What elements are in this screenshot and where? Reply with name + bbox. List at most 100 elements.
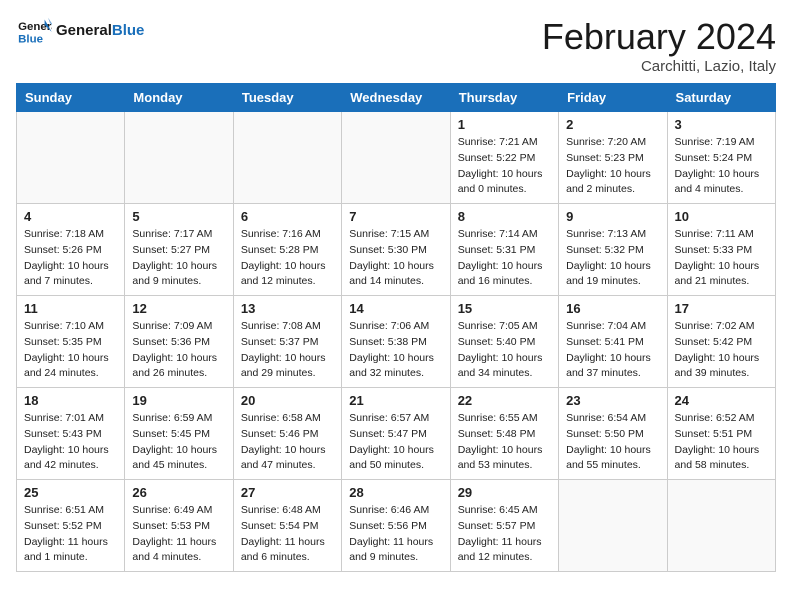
day-number: 21 (349, 393, 442, 408)
day-detail: Sunrise: 7:16 AM Sunset: 5:28 PM Dayligh… (241, 227, 334, 290)
calendar-cell: 8 Sunrise: 7:14 AM Sunset: 5:31 PM Daylig… (450, 204, 558, 296)
calendar-cell: 20 Sunrise: 6:58 AM Sunset: 5:46 PM Dayli… (233, 388, 341, 480)
day-number: 4 (24, 209, 117, 224)
day-detail: Sunrise: 7:02 AM Sunset: 5:42 PM Dayligh… (675, 319, 768, 382)
day-number: 12 (132, 301, 225, 316)
calendar-cell: 18 Sunrise: 7:01 AM Sunset: 5:43 PM Dayli… (17, 388, 125, 480)
calendar-cell (125, 112, 233, 204)
day-number: 28 (349, 485, 442, 500)
calendar-cell: 29Sunrise: 6:45 AM Sunset: 5:57 PM Dayli… (450, 480, 558, 572)
calendar-cell: 12 Sunrise: 7:09 AM Sunset: 5:36 PM Dayli… (125, 296, 233, 388)
week-row-2: 4Sunrise: 7:18 AM Sunset: 5:26 PM Daylig… (17, 204, 776, 296)
calendar-cell: 28 Sunrise: 6:46 AM Sunset: 5:56 PM Dayli… (342, 480, 450, 572)
day-number: 1 (458, 117, 551, 132)
day-number: 25 (24, 485, 117, 500)
day-detail: Sunrise: 7:10 AM Sunset: 5:35 PM Dayligh… (24, 319, 117, 382)
day-number: 29 (458, 485, 551, 500)
day-number: 9 (566, 209, 659, 224)
day-number: 20 (241, 393, 334, 408)
calendar-cell: 26 Sunrise: 6:49 AM Sunset: 5:53 PM Dayli… (125, 480, 233, 572)
weekday-header-friday: Friday (559, 84, 667, 112)
logo-general: General (56, 22, 112, 39)
week-row-1: 1Sunrise: 7:21 AM Sunset: 5:22 PM Daylig… (17, 112, 776, 204)
logo-icon: General Blue (16, 16, 52, 46)
week-row-4: 18 Sunrise: 7:01 AM Sunset: 5:43 PM Dayli… (17, 388, 776, 480)
calendar-cell: 21 Sunrise: 6:57 AM Sunset: 5:47 PM Dayli… (342, 388, 450, 480)
week-row-3: 11 Sunrise: 7:10 AM Sunset: 5:35 PM Dayli… (17, 296, 776, 388)
day-number: 27 (241, 485, 334, 500)
day-number: 17 (675, 301, 768, 316)
day-detail: Sunrise: 6:59 AM Sunset: 5:45 PM Dayligh… (132, 411, 225, 474)
weekday-header-row: SundayMondayTuesdayWednesdayThursdayFrid… (17, 84, 776, 112)
day-detail: Sunrise: 6:51 AM Sunset: 5:52 PM Dayligh… (24, 503, 117, 566)
calendar-cell: 22 Sunrise: 6:55 AM Sunset: 5:48 PM Dayli… (450, 388, 558, 480)
day-number: 22 (458, 393, 551, 408)
logo: General Blue GeneralBlue (16, 16, 144, 46)
weekday-header-monday: Monday (125, 84, 233, 112)
day-detail: Sunrise: 7:04 AM Sunset: 5:41 PM Dayligh… (566, 319, 659, 382)
calendar-cell: 4Sunrise: 7:18 AM Sunset: 5:26 PM Daylig… (17, 204, 125, 296)
day-detail: Sunrise: 6:57 AM Sunset: 5:47 PM Dayligh… (349, 411, 442, 474)
day-detail: Sunrise: 6:49 AM Sunset: 5:53 PM Dayligh… (132, 503, 225, 566)
weekday-header-saturday: Saturday (667, 84, 775, 112)
calendar-cell: 3 Sunrise: 7:19 AM Sunset: 5:24 PM Daylig… (667, 112, 775, 204)
day-number: 15 (458, 301, 551, 316)
day-detail: Sunrise: 7:05 AM Sunset: 5:40 PM Dayligh… (458, 319, 551, 382)
day-number: 5 (132, 209, 225, 224)
day-detail: Sunrise: 7:17 AM Sunset: 5:27 PM Dayligh… (132, 227, 225, 290)
calendar-cell (233, 112, 341, 204)
page-header: General Blue GeneralBlue February 2024 C… (16, 16, 776, 75)
week-row-5: 25 Sunrise: 6:51 AM Sunset: 5:52 PM Dayli… (17, 480, 776, 572)
day-number: 16 (566, 301, 659, 316)
calendar-table: SundayMondayTuesdayWednesdayThursdayFrid… (16, 83, 776, 572)
day-detail: Sunrise: 7:19 AM Sunset: 5:24 PM Dayligh… (675, 135, 768, 198)
calendar-cell: 6Sunrise: 7:16 AM Sunset: 5:28 PM Daylig… (233, 204, 341, 296)
svg-text:Blue: Blue (18, 33, 43, 45)
calendar-cell: 11 Sunrise: 7:10 AM Sunset: 5:35 PM Dayli… (17, 296, 125, 388)
day-number: 13 (241, 301, 334, 316)
day-number: 14 (349, 301, 442, 316)
day-detail: Sunrise: 6:58 AM Sunset: 5:46 PM Dayligh… (241, 411, 334, 474)
weekday-header-wednesday: Wednesday (342, 84, 450, 112)
weekday-header-tuesday: Tuesday (233, 84, 341, 112)
day-number: 10 (675, 209, 768, 224)
day-number: 19 (132, 393, 225, 408)
calendar-cell (667, 480, 775, 572)
day-detail: Sunrise: 6:48 AM Sunset: 5:54 PM Dayligh… (241, 503, 334, 566)
day-detail: Sunrise: 6:46 AM Sunset: 5:56 PM Dayligh… (349, 503, 442, 566)
calendar-cell: 1Sunrise: 7:21 AM Sunset: 5:22 PM Daylig… (450, 112, 558, 204)
calendar-cell: 16 Sunrise: 7:04 AM Sunset: 5:41 PM Dayli… (559, 296, 667, 388)
day-detail: Sunrise: 7:20 AM Sunset: 5:23 PM Dayligh… (566, 135, 659, 198)
calendar-cell: 10 Sunrise: 7:11 AM Sunset: 5:33 PM Dayli… (667, 204, 775, 296)
day-number: 8 (458, 209, 551, 224)
day-detail: Sunrise: 7:13 AM Sunset: 5:32 PM Dayligh… (566, 227, 659, 290)
day-detail: Sunrise: 7:11 AM Sunset: 5:33 PM Dayligh… (675, 227, 768, 290)
day-number: 3 (675, 117, 768, 132)
calendar-cell: 27 Sunrise: 6:48 AM Sunset: 5:54 PM Dayli… (233, 480, 341, 572)
day-detail: Sunrise: 6:52 AM Sunset: 5:51 PM Dayligh… (675, 411, 768, 474)
logo-blue: Blue (112, 22, 145, 39)
calendar-cell: 13 Sunrise: 7:08 AM Sunset: 5:37 PM Dayli… (233, 296, 341, 388)
calendar-cell: 2Sunrise: 7:20 AM Sunset: 5:23 PM Daylig… (559, 112, 667, 204)
day-number: 26 (132, 485, 225, 500)
day-detail: Sunrise: 7:06 AM Sunset: 5:38 PM Dayligh… (349, 319, 442, 382)
day-detail: Sunrise: 7:08 AM Sunset: 5:37 PM Dayligh… (241, 319, 334, 382)
day-number: 7 (349, 209, 442, 224)
calendar-cell: 14 Sunrise: 7:06 AM Sunset: 5:38 PM Dayli… (342, 296, 450, 388)
day-detail: Sunrise: 6:55 AM Sunset: 5:48 PM Dayligh… (458, 411, 551, 474)
day-detail: Sunrise: 7:01 AM Sunset: 5:43 PM Dayligh… (24, 411, 117, 474)
calendar-cell: 15 Sunrise: 7:05 AM Sunset: 5:40 PM Dayli… (450, 296, 558, 388)
calendar-cell (17, 112, 125, 204)
month-title: February 2024 (542, 16, 776, 58)
calendar-cell: 19 Sunrise: 6:59 AM Sunset: 5:45 PM Dayli… (125, 388, 233, 480)
day-detail: Sunrise: 7:09 AM Sunset: 5:36 PM Dayligh… (132, 319, 225, 382)
day-number: 18 (24, 393, 117, 408)
day-detail: Sunrise: 7:14 AM Sunset: 5:31 PM Dayligh… (458, 227, 551, 290)
calendar-cell (559, 480, 667, 572)
day-number: 11 (24, 301, 117, 316)
calendar-cell: 25 Sunrise: 6:51 AM Sunset: 5:52 PM Dayli… (17, 480, 125, 572)
day-detail: Sunrise: 7:15 AM Sunset: 5:30 PM Dayligh… (349, 227, 442, 290)
day-number: 24 (675, 393, 768, 408)
title-block: February 2024 Carchitti, Lazio, Italy (542, 16, 776, 75)
calendar-cell: 23Sunrise: 6:54 AM Sunset: 5:50 PM Dayli… (559, 388, 667, 480)
